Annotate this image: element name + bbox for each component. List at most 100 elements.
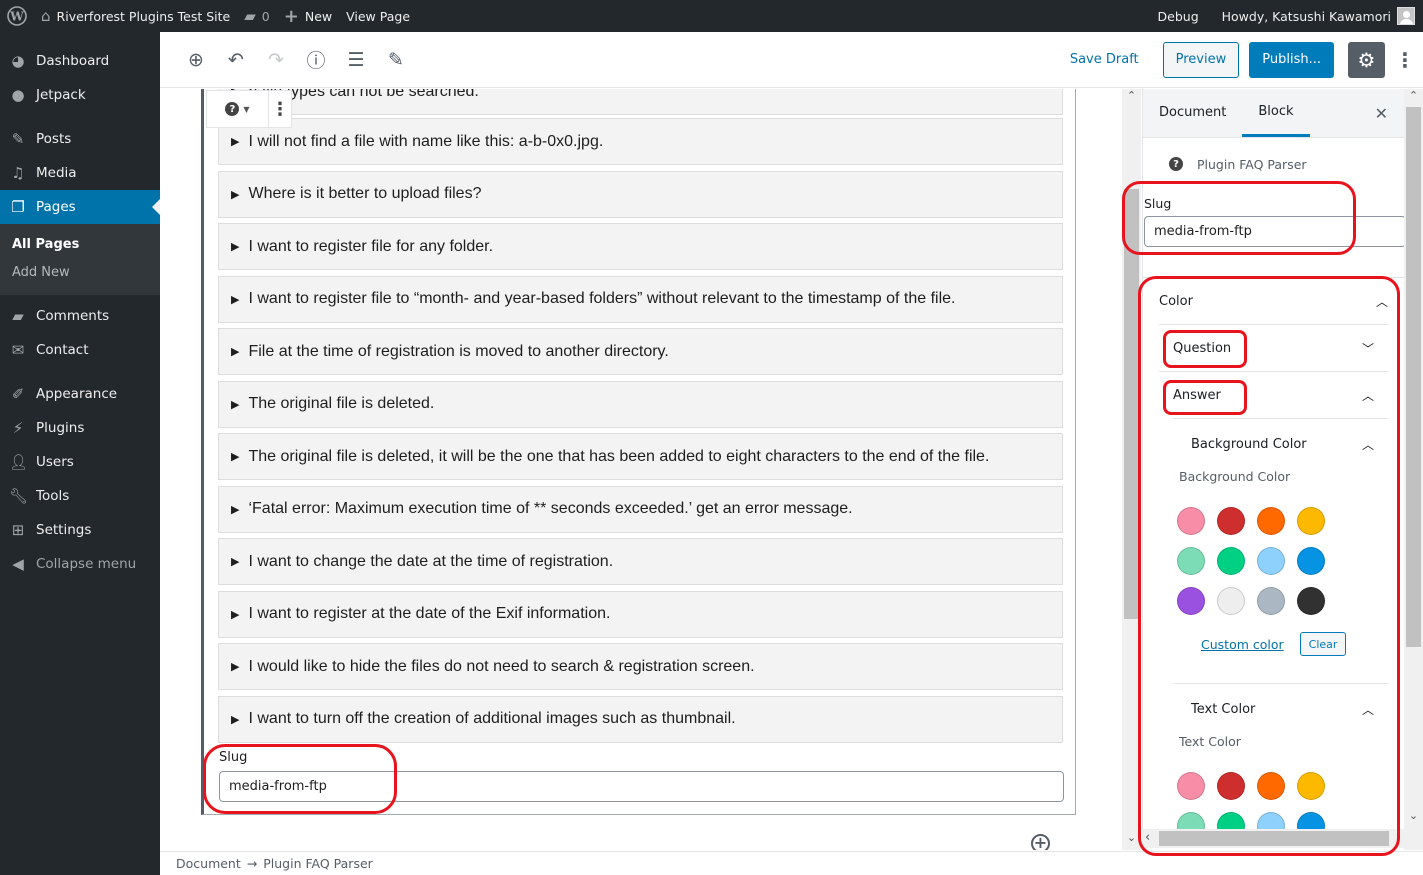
faq-item[interactable]: ▶ ‘Fatal error: Maximum execution time of… [218,485,1063,533]
faq-item[interactable]: ▶ I would like to hide the files do not n… [218,643,1063,690]
breadcrumb-document[interactable]: Document [176,856,241,871]
faq-item[interactable]: ▶ The original file is deleted. [218,380,1063,428]
scroll-down-icon[interactable]: ⌄ [1122,831,1141,848]
debug-link[interactable]: Debug [1151,0,1215,32]
faq-item[interactable]: ▶n file types can not be searched. [218,89,1063,115]
color-swatch[interactable] [1217,772,1245,800]
add-block-button[interactable]: ⊕ [176,40,216,80]
scroll-up-icon[interactable]: ⌃ [1404,89,1423,106]
add-block-inline-button[interactable]: + [1031,834,1050,850]
view-page-link[interactable]: View Page [339,0,417,32]
collapse-menu-button[interactable]: ◀ Collapse menu [0,547,160,581]
sidebar-item-plugins[interactable]: ⚡ Plugins [0,411,160,445]
color-panel-toggle[interactable]: Color ︿ [1143,278,1404,324]
color-swatch[interactable] [1257,587,1285,615]
site-name: Riverforest Plugins Test Site [56,8,231,24]
color-swatch[interactable] [1297,772,1325,800]
sidebar-item-appearance[interactable]: ✐ Appearance [0,377,160,411]
faq-item[interactable]: ▶ File at the time of registration is mov… [218,328,1063,375]
faq-item[interactable]: ▶ I want to register at the date of the E… [218,590,1063,638]
breadcrumb-current[interactable]: Plugin FAQ Parser [263,856,373,871]
text-color-toggle[interactable]: Text Color ︿ [1173,684,1388,734]
submenu-add-new[interactable]: Add New [0,259,160,287]
color-swatch[interactable] [1177,507,1205,535]
scroll-left-icon[interactable]: ‹ [1145,830,1150,845]
sidebar-item-dashboard[interactable]: ◕ Dashboard [0,44,160,78]
color-swatch[interactable] [1257,507,1285,535]
preview-button[interactable]: Preview [1162,41,1240,78]
color-swatch[interactable] [1177,772,1205,800]
content-scrollbar[interactable]: ⌃ ⌄ [1122,89,1141,850]
new-content-link[interactable]: + New [277,0,339,32]
block-more-options-button[interactable]: ⋮ [269,91,291,127]
scroll-right-icon[interactable]: › [1396,830,1401,845]
close-icon[interactable]: ✕ [1375,104,1388,123]
faq-item[interactable]: ▶ The original file is deleted, it will b… [218,433,1063,480]
slug-input[interactable]: media-from-ftp [219,771,1064,802]
color-swatch[interactable] [1217,587,1245,615]
faq-item[interactable]: ▶ I want to turn off the creation of addi… [218,695,1063,743]
scroll-thumb[interactable] [1159,831,1389,846]
debug-label: Debug [1157,8,1199,24]
faq-item[interactable]: ▶ I want to change the date at the time o… [218,538,1063,585]
color-swatch[interactable] [1177,587,1205,615]
account-menu[interactable]: Howdy, Katsushi Kawamori [1215,0,1423,32]
faq-item[interactable]: ▶ I want to register file for any folder. [218,223,1063,270]
clear-color-button[interactable]: Clear [1299,632,1347,656]
content-info-button[interactable]: ⓘ [296,40,336,80]
tab-document[interactable]: Document [1143,89,1242,137]
color-swatch[interactable] [1297,547,1325,575]
sidebar-item-settings[interactable]: ⊞ Settings [0,513,160,547]
block-navigation-button[interactable]: ☰ [336,40,376,80]
help-icon: ? [225,102,240,116]
sidebar-item-users[interactable]: 👤︎ Users [0,445,160,479]
settings-horizontal-scrollbar[interactable]: ‹ › [1142,829,1404,848]
scroll-thumb[interactable] [1406,107,1421,647]
scroll-down-icon[interactable]: ⌄ [1404,809,1423,826]
faq-question: I want to register at the date of the Ex… [248,605,611,622]
scroll-thumb[interactable] [1124,189,1139,619]
more-tools-button[interactable]: ⋮ [1395,42,1415,78]
faq-item[interactable]: ▶ Where is it better to upload files? [218,170,1063,218]
custom-color-button[interactable]: Custom color [1201,637,1284,652]
sidebar-item-jetpack[interactable]: ● Jetpack [0,78,160,112]
triangle-right-icon: ▶ [231,293,240,306]
question-panel-toggle[interactable]: Question ﹀ [1159,325,1388,371]
faq-item[interactable]: ▶ I want to register file to “month- and … [218,275,1063,323]
sidebar-item-tools[interactable]: 🔧︎ Tools [0,479,160,513]
faq-question: Where is it better to upload files? [248,185,482,202]
color-swatch[interactable] [1297,587,1325,615]
sidebar-item-comments[interactable]: ▰ Comments [0,299,160,333]
publish-button[interactable]: Publish... [1249,41,1334,78]
sidebar-item-contact[interactable]: ✉ Contact [0,333,160,367]
background-color-toggle[interactable]: Background Color ︿ [1173,419,1388,469]
sidebar-slug-input[interactable]: media-from-ftp [1144,216,1404,247]
color-swatch[interactable] [1217,507,1245,535]
background-color-title: Background Color [1191,436,1307,452]
color-swatch[interactable] [1217,547,1245,575]
block-switcher-button[interactable]: ? ▼ [207,91,269,127]
faq-item[interactable]: ▶ I will not find a file with name like t… [218,118,1063,165]
color-swatch[interactable] [1297,507,1325,535]
edit-mode-button[interactable]: ✎ [376,40,416,80]
text-color-panel: Text Color ︿ Text Color [1173,683,1388,850]
settings-toggle-button[interactable]: ⚙ [1348,41,1385,78]
redo-button[interactable]: ↷ [256,40,296,80]
color-swatch[interactable] [1177,547,1205,575]
save-draft-button[interactable]: Save Draft [1070,52,1139,67]
tab-block[interactable]: Block [1242,89,1310,137]
answer-panel-toggle[interactable]: Answer ︿ [1159,372,1388,418]
submenu-all-pages[interactable]: All Pages [0,231,160,259]
wordpress-logo-icon[interactable]: W [0,0,34,32]
color-swatch[interactable] [1257,772,1285,800]
site-name-link[interactable]: ⌂ Riverforest Plugins Test Site [34,0,237,32]
scroll-up-icon[interactable]: ⌃ [1122,89,1141,106]
undo-button[interactable]: ↶ [216,40,256,80]
plugin-faq-block[interactable]: ?▼ ⋮ ▶n file types can not be searched. … [201,89,1076,815]
comments-link[interactable]: ▰ 0 [237,0,277,32]
settings-scrollbar[interactable]: ⌃ ⌄ [1404,89,1423,850]
sidebar-item-pages[interactable]: ❐ Pages [0,190,160,224]
sidebar-item-media[interactable]: ♫ Media [0,156,160,190]
color-swatch[interactable] [1257,547,1285,575]
sidebar-item-posts[interactable]: ✎ Posts [0,122,160,156]
